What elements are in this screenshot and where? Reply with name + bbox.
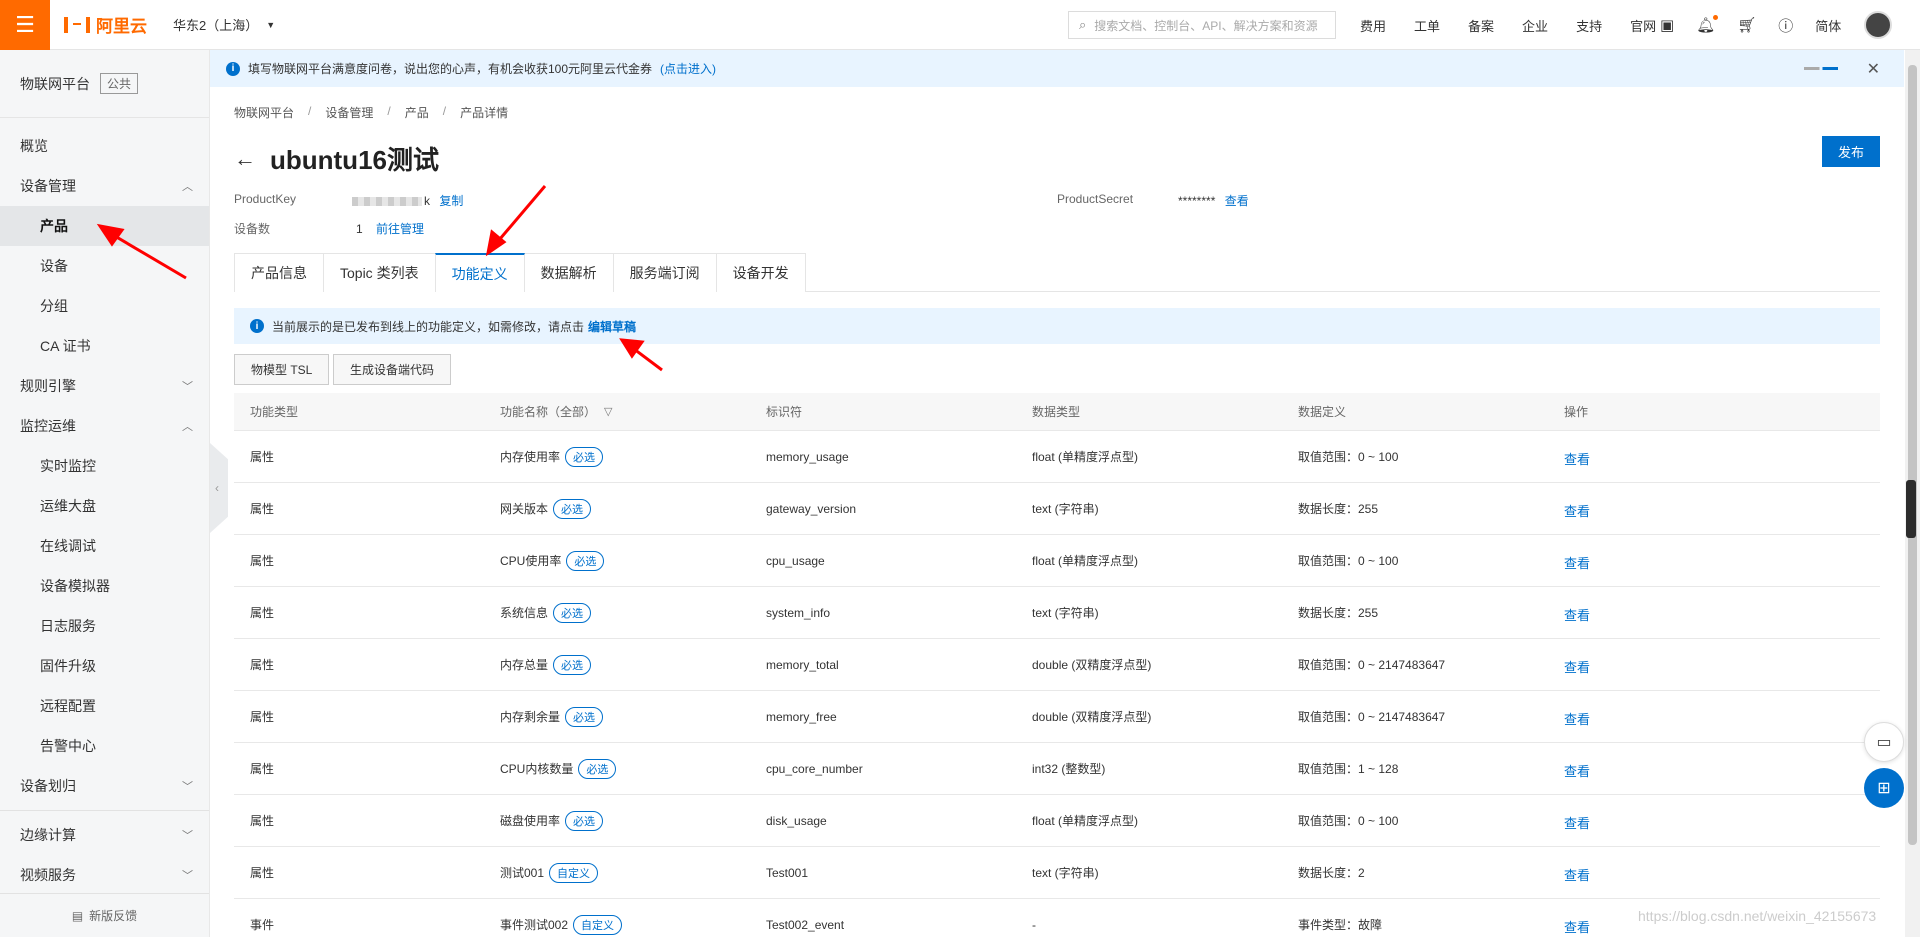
arrowhead-product (96, 223, 125, 247)
arrow-to-function-tab (492, 185, 547, 247)
arrow-to-product (107, 230, 187, 280)
annotation-arrows (96, 185, 663, 372)
